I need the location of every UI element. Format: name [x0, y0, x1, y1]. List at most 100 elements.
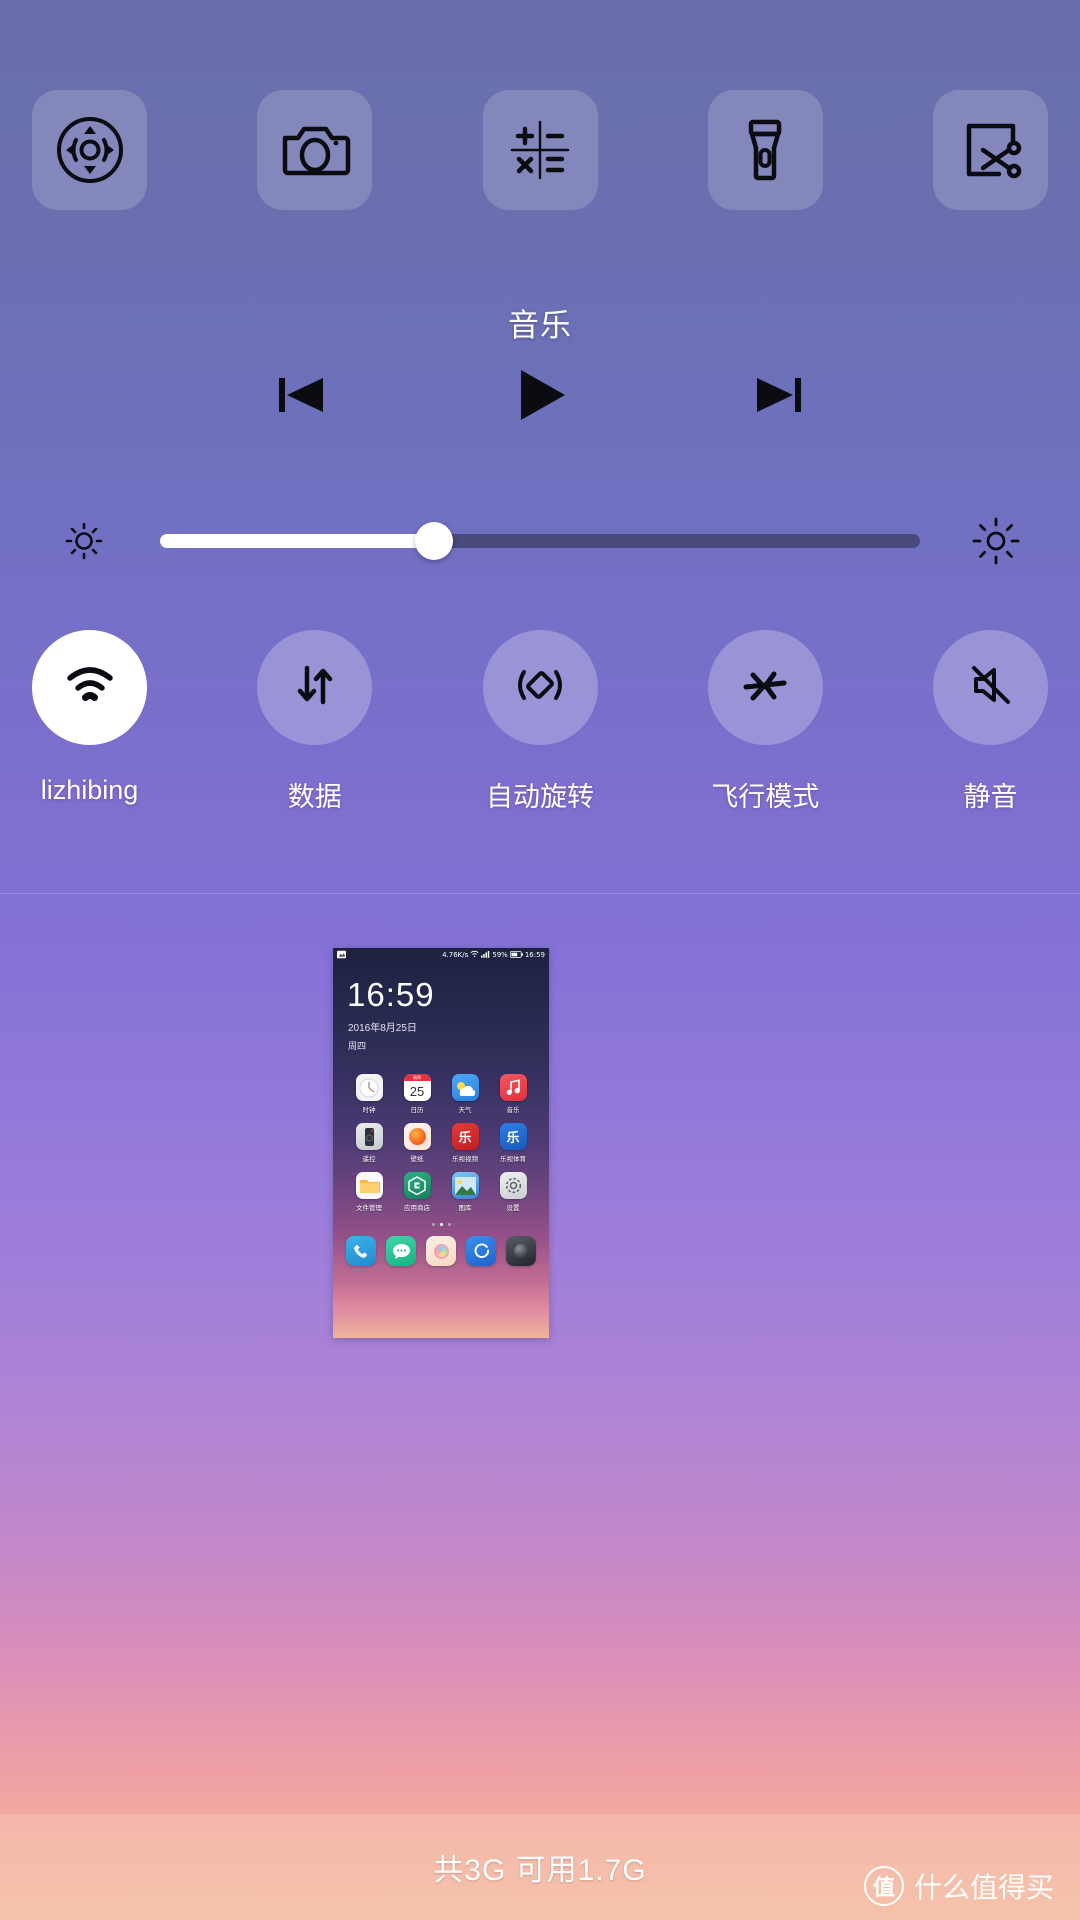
- toggle-row: lizhibing 数据 自动旋转 飞行模式 静音: [0, 630, 1080, 814]
- preview-weekday: 周四: [348, 1041, 367, 1051]
- preview-dock: [333, 1236, 549, 1266]
- letv-sports-app-icon: 乐: [499, 1123, 527, 1150]
- preview-app-label: 设置: [506, 1205, 520, 1212]
- previous-track-icon: [269, 364, 331, 431]
- preview-app-label: 音乐: [506, 1107, 520, 1114]
- browser-dock-icon[interactable]: [466, 1236, 496, 1266]
- preview-app-label: 文件管理: [356, 1205, 382, 1212]
- preview-app-label: 遥控: [362, 1156, 376, 1163]
- section-divider: [0, 893, 1080, 894]
- calendar-day: 25: [409, 1083, 425, 1099]
- preview-app-label: 日历: [410, 1107, 424, 1114]
- preview-app-label: 乐视体育: [500, 1156, 526, 1163]
- music-play-button[interactable]: [495, 357, 585, 437]
- preview-date: 2016年8月25日: [348, 1023, 417, 1034]
- wifi-icon: [61, 656, 119, 719]
- preview-app-app-store[interactable]: 应用商店: [396, 1172, 438, 1212]
- music-prev-button[interactable]: [255, 357, 345, 437]
- gallery-app-icon: [451, 1172, 479, 1199]
- toggle-airplane-mode-circle[interactable]: [707, 630, 823, 745]
- toggle-mobile-data-label: 数据: [287, 782, 342, 812]
- mute-icon: [962, 656, 1020, 719]
- toggle-mute-label: 静音: [963, 782, 1018, 812]
- wallpaper-app-icon: [403, 1123, 431, 1150]
- messages-dock-icon[interactable]: [386, 1236, 416, 1266]
- toggle-mobile-data[interactable]: 数据: [257, 630, 373, 814]
- toggle-mute-circle[interactable]: [933, 630, 1048, 745]
- shortcut-screenshot[interactable]: [933, 90, 1048, 210]
- preview-app-remote[interactable]: 遥控: [348, 1123, 390, 1163]
- shortcut-camera[interactable]: [257, 90, 373, 210]
- preview-status-bar: 4.76K/s 59% 16:59: [333, 948, 549, 962]
- page-dot-active[interactable]: [439, 1223, 443, 1226]
- preview-app-grid: 时钟 周四 25 日历 天气 音乐 遥控 壁纸 乐 乐视视频 乐 乐视体育 文件…: [333, 1074, 549, 1212]
- camera-lens: [433, 1243, 449, 1259]
- brightness-high-icon[interactable]: [962, 515, 1030, 567]
- app-store-app-icon: [403, 1172, 431, 1199]
- preview-clock: 16:59: [347, 976, 435, 1013]
- wifi-icon: [470, 950, 479, 960]
- preview-app-letv-sports[interactable]: 乐 乐视体育: [492, 1123, 534, 1163]
- shortcut-row: [0, 90, 1080, 210]
- preview-app-music[interactable]: 音乐: [492, 1074, 534, 1114]
- preview-app-label: 天气: [458, 1107, 472, 1114]
- page-dot[interactable]: [447, 1223, 451, 1226]
- toggle-wifi-circle[interactable]: [32, 630, 147, 745]
- clean-orb: [514, 1244, 528, 1258]
- clean-dock-icon[interactable]: [506, 1236, 536, 1266]
- home-screen-preview[interactable]: 4.76K/s 59% 16:59 16:59 2016年8月25日 周四 时钟: [333, 948, 549, 1338]
- battery-icon: [509, 950, 523, 960]
- brightness-low-icon[interactable]: [50, 518, 118, 564]
- camera-icon: [277, 112, 353, 188]
- slider-thumb[interactable]: [414, 522, 453, 560]
- toggle-airplane-mode-label: 飞行模式: [711, 782, 820, 812]
- toggle-airplane-mode[interactable]: 飞行模式: [707, 630, 823, 814]
- brightness-slider[interactable]: [160, 500, 920, 582]
- remote-app-icon: [355, 1123, 383, 1150]
- toggle-wifi-label: lizhibing: [40, 775, 139, 805]
- toggle-auto-rotate[interactable]: 自动旋转: [482, 630, 598, 814]
- preview-app-label: 壁纸: [410, 1156, 424, 1163]
- shortcut-flashlight[interactable]: [707, 90, 823, 210]
- preview-app-label: 时钟: [362, 1107, 376, 1114]
- auto-rotate-icon: [511, 656, 569, 719]
- toggle-mute[interactable]: 静音: [933, 630, 1048, 814]
- watermark-badge: 值: [863, 1866, 904, 1906]
- toggle-auto-rotate-circle[interactable]: [482, 630, 598, 745]
- preview-app-clock[interactable]: 时钟: [348, 1074, 390, 1114]
- settings-app-icon: [499, 1172, 527, 1199]
- preview-app-label: 应用商店: [404, 1205, 430, 1212]
- screenshot-scissors-icon: [953, 112, 1029, 188]
- signal-icon: [481, 950, 490, 960]
- preview-app-letv-video[interactable]: 乐 乐视视频: [444, 1123, 486, 1163]
- preview-app-label: 图库: [458, 1205, 472, 1212]
- preview-app-wallpaper[interactable]: 壁纸: [396, 1123, 438, 1163]
- preview-app-label: 乐视视频: [452, 1156, 478, 1163]
- shortcut-calculator[interactable]: [482, 90, 598, 210]
- music-next-button[interactable]: [735, 357, 825, 437]
- preview-net-speed: 4.76K/s: [442, 951, 469, 959]
- preview-app-calendar[interactable]: 周四 25 日历: [396, 1074, 438, 1114]
- preview-app-settings[interactable]: 设置: [492, 1172, 534, 1212]
- watermark: 值 什么值得买: [863, 1866, 1054, 1906]
- letv-video-app-icon: 乐: [451, 1123, 479, 1150]
- phone-dock-icon[interactable]: [346, 1236, 376, 1266]
- airplane-icon: [736, 656, 794, 719]
- weather-app-icon: [451, 1074, 479, 1101]
- preview-app-weather[interactable]: 天气: [444, 1074, 486, 1114]
- shortcut-dpad-control[interactable]: [32, 90, 147, 210]
- toggle-mobile-data-circle[interactable]: [257, 630, 373, 745]
- preview-app-file-manager[interactable]: 文件管理: [348, 1172, 390, 1212]
- toggle-wifi[interactable]: lizhibing: [32, 630, 147, 814]
- calculator-icon: [502, 112, 578, 188]
- brightness-row: [0, 500, 1080, 582]
- preview-app-gallery[interactable]: 图库: [444, 1172, 486, 1212]
- page-dot[interactable]: [431, 1223, 435, 1226]
- preview-time: 16:59: [524, 951, 545, 959]
- clock-app-icon: [355, 1074, 383, 1101]
- image-icon: [337, 950, 346, 961]
- preview-battery-percent: 59%: [492, 951, 508, 959]
- toggle-auto-rotate-label: 自动旋转: [486, 782, 594, 812]
- camera-dock-icon[interactable]: [426, 1236, 456, 1266]
- calendar-app-icon: 周四 25: [403, 1074, 431, 1101]
